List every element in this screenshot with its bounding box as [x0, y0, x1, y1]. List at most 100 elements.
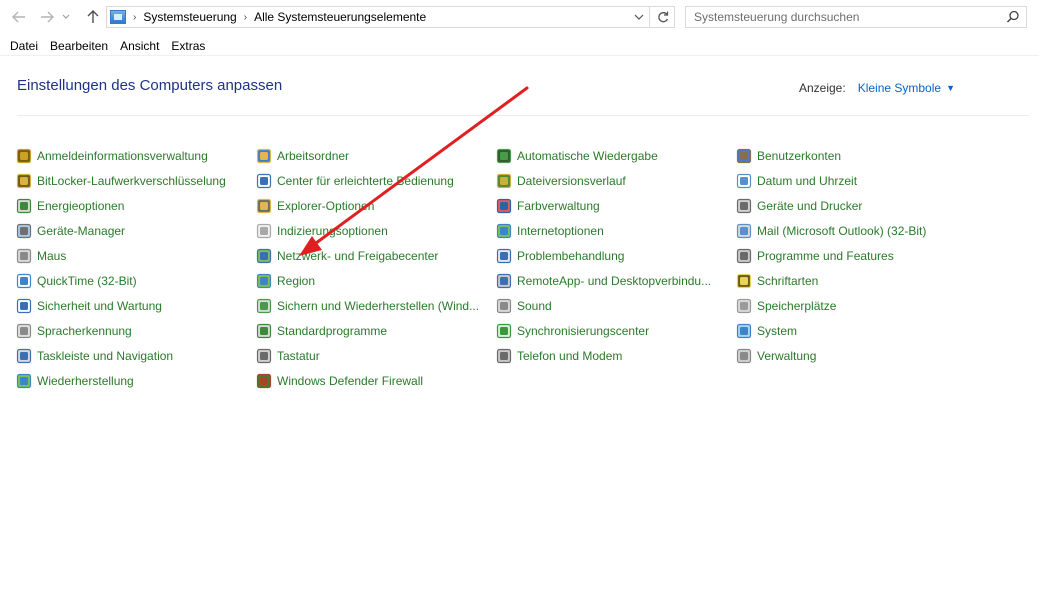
item-region[interactable]: Region [256, 268, 496, 293]
item-label[interactable]: Internetoptionen [517, 224, 604, 238]
item-problembehandlung[interactable]: Problembehandlung [496, 243, 736, 268]
menu-datei[interactable]: Datei [4, 39, 44, 53]
item-label[interactable]: Dateiversionsverlauf [517, 174, 626, 188]
item-bitlocker-laufwerkverschluesselung[interactable]: BitLocker-Laufwerkverschlüsselung [16, 168, 256, 193]
item-center-fuer-erleichterte-bedienung[interactable]: Center für erleichterte Bedienung [256, 168, 496, 193]
address-history-chevron-icon[interactable] [634, 9, 644, 25]
view-mode-dropdown[interactable]: Kleine Symbole [858, 81, 941, 95]
item-label[interactable]: Datum und Uhrzeit [757, 174, 857, 188]
item-maus[interactable]: Maus [16, 243, 256, 268]
item-benutzerkonten[interactable]: Benutzerkonten [736, 143, 976, 168]
autoplay-icon [496, 148, 512, 163]
dropdown-caret-icon[interactable]: ▼ [946, 83, 955, 93]
item-anmeldeinformationsverwaltung[interactable]: Anmeldeinformationsverwaltung [16, 143, 256, 168]
item-automatische-wiedergabe[interactable]: Automatische Wiedergabe [496, 143, 736, 168]
search-input[interactable] [694, 10, 994, 24]
item-telefon-und-modem[interactable]: Telefon und Modem [496, 343, 736, 368]
item-label[interactable]: Problembehandlung [517, 249, 624, 263]
item-label[interactable]: RemoteApp- und Desktopverbindu... [517, 274, 711, 288]
item-label[interactable]: Anmeldeinformationsverwaltung [37, 149, 208, 163]
taskbar-icon [16, 348, 32, 363]
item-sound[interactable]: Sound [496, 293, 736, 318]
navigation-bar: › Systemsteuerung › Alle Systemsteuerung… [0, 0, 1039, 34]
item-dateiversionsverlauf[interactable]: Dateiversionsverlauf [496, 168, 736, 193]
item-mail-microsoft-outlook-32-bit[interactable]: Mail (Microsoft Outlook) (32-Bit) [736, 218, 976, 243]
item-label[interactable]: Center für erleichterte Bedienung [277, 174, 454, 188]
item-label[interactable]: QuickTime (32-Bit) [37, 274, 137, 288]
item-label[interactable]: Automatische Wiedergabe [517, 149, 658, 163]
search-icon[interactable] [1006, 10, 1020, 24]
forward-arrow-icon[interactable] [36, 6, 58, 28]
item-label[interactable]: Wiederherstellung [37, 374, 134, 388]
item-label[interactable]: Spracherkennung [37, 324, 132, 338]
item-spracherkennung[interactable]: Spracherkennung [16, 318, 256, 343]
item-label[interactable]: Farbverwaltung [517, 199, 600, 213]
printer-icon [736, 198, 752, 213]
item-label[interactable]: Benutzerkonten [757, 149, 841, 163]
item-label[interactable]: Geräte-Manager [37, 224, 125, 238]
item-netzwerk-und-freigabecenter[interactable]: Netzwerk- und Freigabecenter [256, 243, 496, 268]
back-arrow-icon[interactable] [8, 6, 30, 28]
item-label[interactable]: Sound [517, 299, 552, 313]
item-label[interactable]: Region [277, 274, 315, 288]
item-label[interactable]: Tastatur [277, 349, 320, 363]
item-label[interactable]: Arbeitsordner [277, 149, 349, 163]
search-box[interactable] [685, 6, 1027, 28]
menu-bearbeiten[interactable]: Bearbeiten [44, 39, 114, 53]
item-label[interactable]: System [757, 324, 797, 338]
item-windows-defender-firewall[interactable]: Windows Defender Firewall [256, 368, 496, 393]
item-label[interactable]: Sichern und Wiederherstellen (Wind... [277, 299, 479, 313]
refresh-icon[interactable] [656, 8, 670, 27]
item-label[interactable]: Telefon und Modem [517, 349, 622, 363]
item-geraete-und-drucker[interactable]: Geräte und Drucker [736, 193, 976, 218]
item-label[interactable]: Synchronisierungscenter [517, 324, 649, 338]
item-taskleiste-und-navigation[interactable]: Taskleiste und Navigation [16, 343, 256, 368]
item-label[interactable]: Netzwerk- und Freigabecenter [277, 249, 438, 263]
item-quicktime-32-bit[interactable]: QuickTime (32-Bit) [16, 268, 256, 293]
item-label[interactable]: Mail (Microsoft Outlook) (32-Bit) [757, 224, 926, 238]
item-internetoptionen[interactable]: Internetoptionen [496, 218, 736, 243]
item-label[interactable]: Explorer-Optionen [277, 199, 374, 213]
item-sicherheit-und-wartung[interactable]: Sicherheit und Wartung [16, 293, 256, 318]
item-label[interactable]: Energieoptionen [37, 199, 124, 213]
item-energieoptionen[interactable]: Energieoptionen [16, 193, 256, 218]
item-tastatur[interactable]: Tastatur [256, 343, 496, 368]
item-label[interactable]: Geräte und Drucker [757, 199, 862, 213]
item-label[interactable]: Standardprogramme [277, 324, 387, 338]
item-verwaltung[interactable]: Verwaltung [736, 343, 976, 368]
item-label[interactable]: Schriftarten [757, 274, 818, 288]
item-label[interactable]: Programme und Features [757, 249, 894, 263]
breadcrumb-separator-icon[interactable]: › [244, 12, 247, 23]
item-wiederherstellung[interactable]: Wiederherstellung [16, 368, 256, 393]
breadcrumb-separator-icon[interactable]: › [133, 12, 136, 23]
item-datum-und-uhrzeit[interactable]: Datum und Uhrzeit [736, 168, 976, 193]
item-synchronisierungscenter[interactable]: Synchronisierungscenter [496, 318, 736, 343]
item-speicherplaetze[interactable]: Speicherplätze [736, 293, 976, 318]
item-label[interactable]: Sicherheit und Wartung [37, 299, 162, 313]
item-remoteapp-und-desktopverbindu[interactable]: RemoteApp- und Desktopverbindu... [496, 268, 736, 293]
address-bar[interactable]: › Systemsteuerung › Alle Systemsteuerung… [106, 6, 675, 28]
breadcrumb-alle-elemente[interactable]: Alle Systemsteuerungselemente [254, 10, 426, 24]
item-explorer-optionen[interactable]: Explorer-Optionen [256, 193, 496, 218]
item-system[interactable]: System [736, 318, 976, 343]
menu-ansicht[interactable]: Ansicht [114, 39, 165, 53]
item-label[interactable]: Taskleiste und Navigation [37, 349, 173, 363]
item-label[interactable]: Speicherplätze [757, 299, 836, 313]
item-label[interactable]: Maus [37, 249, 66, 263]
recent-locations-chevron-icon[interactable] [60, 6, 72, 28]
item-farbverwaltung[interactable]: Farbverwaltung [496, 193, 736, 218]
up-arrow-icon[interactable] [82, 6, 104, 28]
item-label[interactable]: Indizierungsoptionen [277, 224, 388, 238]
item-standardprogramme[interactable]: Standardprogramme [256, 318, 496, 343]
item-arbeitsordner[interactable]: Arbeitsordner [256, 143, 496, 168]
item-label[interactable]: Verwaltung [757, 349, 816, 363]
item-label[interactable]: Windows Defender Firewall [277, 374, 423, 388]
item-indizierungsoptionen[interactable]: Indizierungsoptionen [256, 218, 496, 243]
item-label[interactable]: BitLocker-Laufwerkverschlüsselung [37, 174, 226, 188]
breadcrumb-systemsteuerung[interactable]: Systemsteuerung [143, 10, 236, 24]
item-geraete-manager[interactable]: Geräte-Manager [16, 218, 256, 243]
item-programme-und-features[interactable]: Programme und Features [736, 243, 976, 268]
menu-extras[interactable]: Extras [165, 39, 211, 53]
item-schriftarten[interactable]: Schriftarten [736, 268, 976, 293]
item-sichern-und-wiederherstellen-wind[interactable]: Sichern und Wiederherstellen (Wind... [256, 293, 496, 318]
